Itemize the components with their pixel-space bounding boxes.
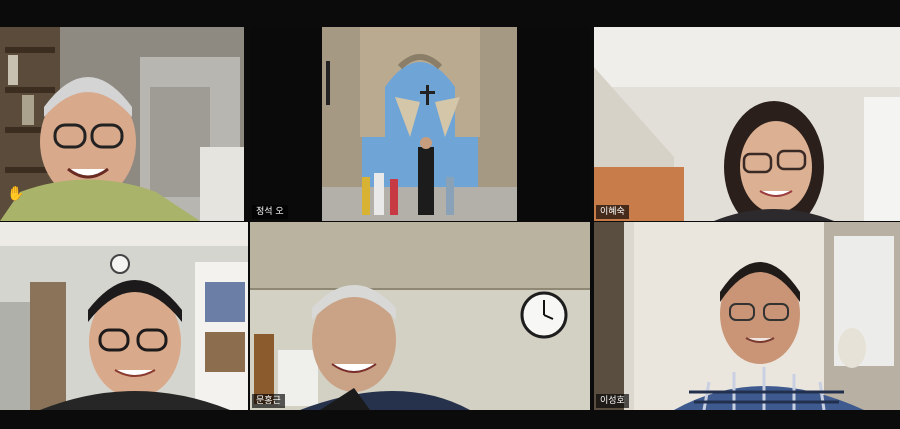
video-tile-3[interactable]: 이혜숙 <box>594 27 900 221</box>
video-tile-4[interactable] <box>0 222 248 410</box>
video-tile-2[interactable]: 정석 오 <box>250 27 590 221</box>
video-feed <box>250 222 590 410</box>
participant-name: 이혜숙 <box>596 205 629 219</box>
video-feed <box>594 222 900 410</box>
participant-name: 문홍근 <box>252 394 285 408</box>
video-feed <box>0 222 248 410</box>
participant-name: 이성호 <box>596 394 629 408</box>
video-feed <box>250 27 590 221</box>
raised-hand-icon: ✋ <box>7 186 25 202</box>
participant-name: 정석 오 <box>252 205 288 219</box>
video-tile-5-active-speaker[interactable]: 문홍근 <box>250 222 590 410</box>
video-tile-1[interactable]: ✋ <box>0 27 244 221</box>
video-feed <box>594 27 900 221</box>
video-feed <box>0 27 244 221</box>
video-tile-6[interactable]: 이성호 <box>594 222 900 410</box>
